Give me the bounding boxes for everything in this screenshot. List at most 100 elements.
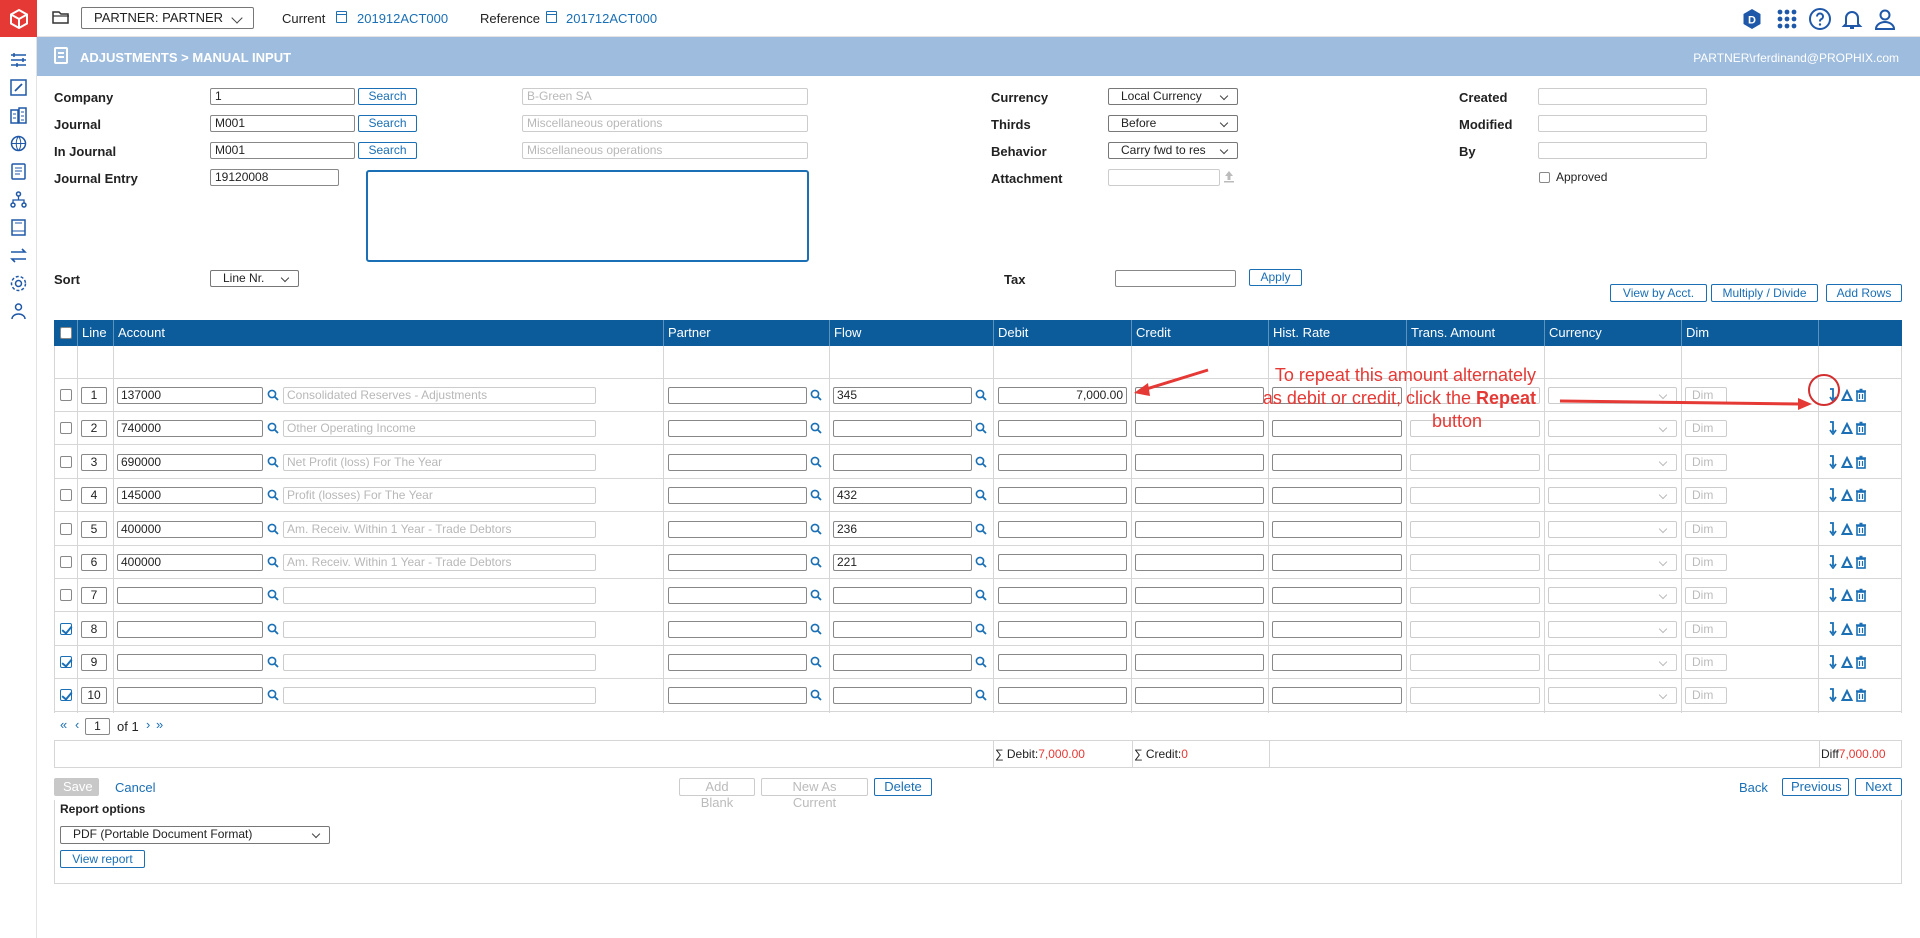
trash-icon[interactable] [1855,388,1867,402]
line-number-input[interactable]: 4 [81,487,107,504]
apps-grid-icon[interactable] [1775,7,1799,31]
currency-select[interactable] [1548,454,1677,471]
journal-entry-input[interactable]: 19120008 [210,169,339,186]
line-number-input[interactable]: 8 [81,621,107,638]
behavior-select[interactable]: Carry fwd to res [1108,142,1238,159]
next-button[interactable]: Next [1855,778,1902,796]
trans-amount-input[interactable] [1410,687,1540,704]
hist-rate-input[interactable] [1272,521,1402,538]
trash-icon[interactable] [1855,421,1867,435]
search-icon[interactable] [267,489,279,501]
flow-input[interactable] [833,687,972,704]
repeat-icon[interactable] [1827,522,1839,536]
account-input[interactable]: 400000 [117,521,263,538]
debit-input[interactable] [998,621,1127,638]
search-icon[interactable] [810,656,822,668]
journal-search-button[interactable]: Search [358,115,417,132]
account-input[interactable]: 400000 [117,554,263,571]
trans-amount-input[interactable] [1410,621,1540,638]
first-page-icon[interactable]: « [60,717,67,732]
view-report-button[interactable]: View report [60,850,145,868]
sort-select[interactable]: Line Nr. [210,270,299,287]
app-logo[interactable] [0,0,37,37]
credit-input[interactable] [1135,587,1264,604]
trans-amount-input[interactable] [1410,521,1540,538]
partner-input[interactable] [668,654,807,671]
partner-select[interactable]: PARTNER: PARTNER [81,7,254,29]
line-number-input[interactable]: 3 [81,454,107,471]
row-select-checkbox[interactable] [60,489,72,501]
transfer-icon[interactable] [9,246,28,265]
column-header-account[interactable]: Account [113,320,663,346]
dim-button[interactable]: Dim [1685,521,1727,538]
hist-rate-input[interactable] [1272,487,1402,504]
currency-select[interactable] [1548,387,1677,404]
trash-icon[interactable] [1855,588,1867,602]
search-icon[interactable] [810,556,822,568]
debit-input[interactable]: 7,000.00 [998,387,1127,404]
select-all-checkbox[interactable] [60,327,72,339]
column-header-partner[interactable]: Partner [663,320,829,346]
line-number-input[interactable]: 6 [81,554,107,571]
new-as-current-button[interactable]: New As Current [761,778,868,810]
search-icon[interactable] [810,523,822,535]
repeat-icon[interactable] [1827,388,1839,402]
dim-button[interactable]: Dim [1685,554,1727,571]
delta-icon[interactable] [1841,421,1853,435]
debit-input[interactable] [998,521,1127,538]
row-select-checkbox[interactable] [60,556,72,568]
book-icon[interactable] [9,218,28,237]
line-number-input[interactable]: 2 [81,420,107,437]
report-format-select[interactable]: PDF (Portable Document Format) [60,826,330,844]
credit-input[interactable] [1135,554,1264,571]
buildings-icon[interactable] [9,106,28,125]
edit-form-icon[interactable] [9,78,28,97]
search-icon[interactable] [267,689,279,701]
credit-input[interactable] [1135,654,1264,671]
flow-input[interactable] [833,420,972,437]
flow-input[interactable]: 236 [833,521,972,538]
account-input[interactable] [117,687,263,704]
search-icon[interactable] [975,389,987,401]
save-button[interactable]: Save [54,778,99,796]
flow-input[interactable] [833,654,972,671]
trash-icon[interactable] [1855,455,1867,469]
globe-gear-icon[interactable] [9,134,28,153]
partner-input[interactable] [668,587,807,604]
hist-rate-input[interactable] [1272,621,1402,638]
view-by-account-button[interactable]: View by Acct. [1610,284,1707,302]
currency-select[interactable] [1548,621,1677,638]
trans-amount-input[interactable] [1410,654,1540,671]
multiply-divide-button[interactable]: Multiply / Divide [1711,284,1818,302]
search-icon[interactable] [267,456,279,468]
debit-input[interactable] [998,554,1127,571]
search-icon[interactable] [810,389,822,401]
cancel-link[interactable]: Cancel [115,780,155,795]
add-blank-button[interactable]: Add Blank [679,778,755,810]
in-journal-search-button[interactable]: Search [358,142,417,159]
back-link[interactable]: Back [1739,780,1768,795]
column-header-debit[interactable]: Debit [993,320,1131,346]
search-icon[interactable] [975,556,987,568]
trash-icon[interactable] [1855,522,1867,536]
flow-input[interactable] [833,621,972,638]
in-journal-input[interactable]: M001 [210,142,355,159]
search-icon[interactable] [267,422,279,434]
flow-input[interactable]: 432 [833,487,972,504]
next-page-icon[interactable]: › [146,717,150,732]
search-icon[interactable] [267,656,279,668]
search-icon[interactable] [267,556,279,568]
approved-checkbox[interactable] [1539,172,1550,183]
credit-input[interactable] [1135,621,1264,638]
previous-button[interactable]: Previous [1782,778,1849,796]
journal-entry-comment-textarea[interactable] [366,170,809,262]
credit-input[interactable] [1135,521,1264,538]
debit-input[interactable] [998,587,1127,604]
trash-icon[interactable] [1855,488,1867,502]
user-profile-icon[interactable] [1873,7,1897,31]
dim-button[interactable]: Dim [1685,454,1727,471]
repeat-icon[interactable] [1827,655,1839,669]
row-select-checkbox[interactable] [60,422,72,434]
search-icon[interactable] [267,623,279,635]
flow-input[interactable] [833,454,972,471]
